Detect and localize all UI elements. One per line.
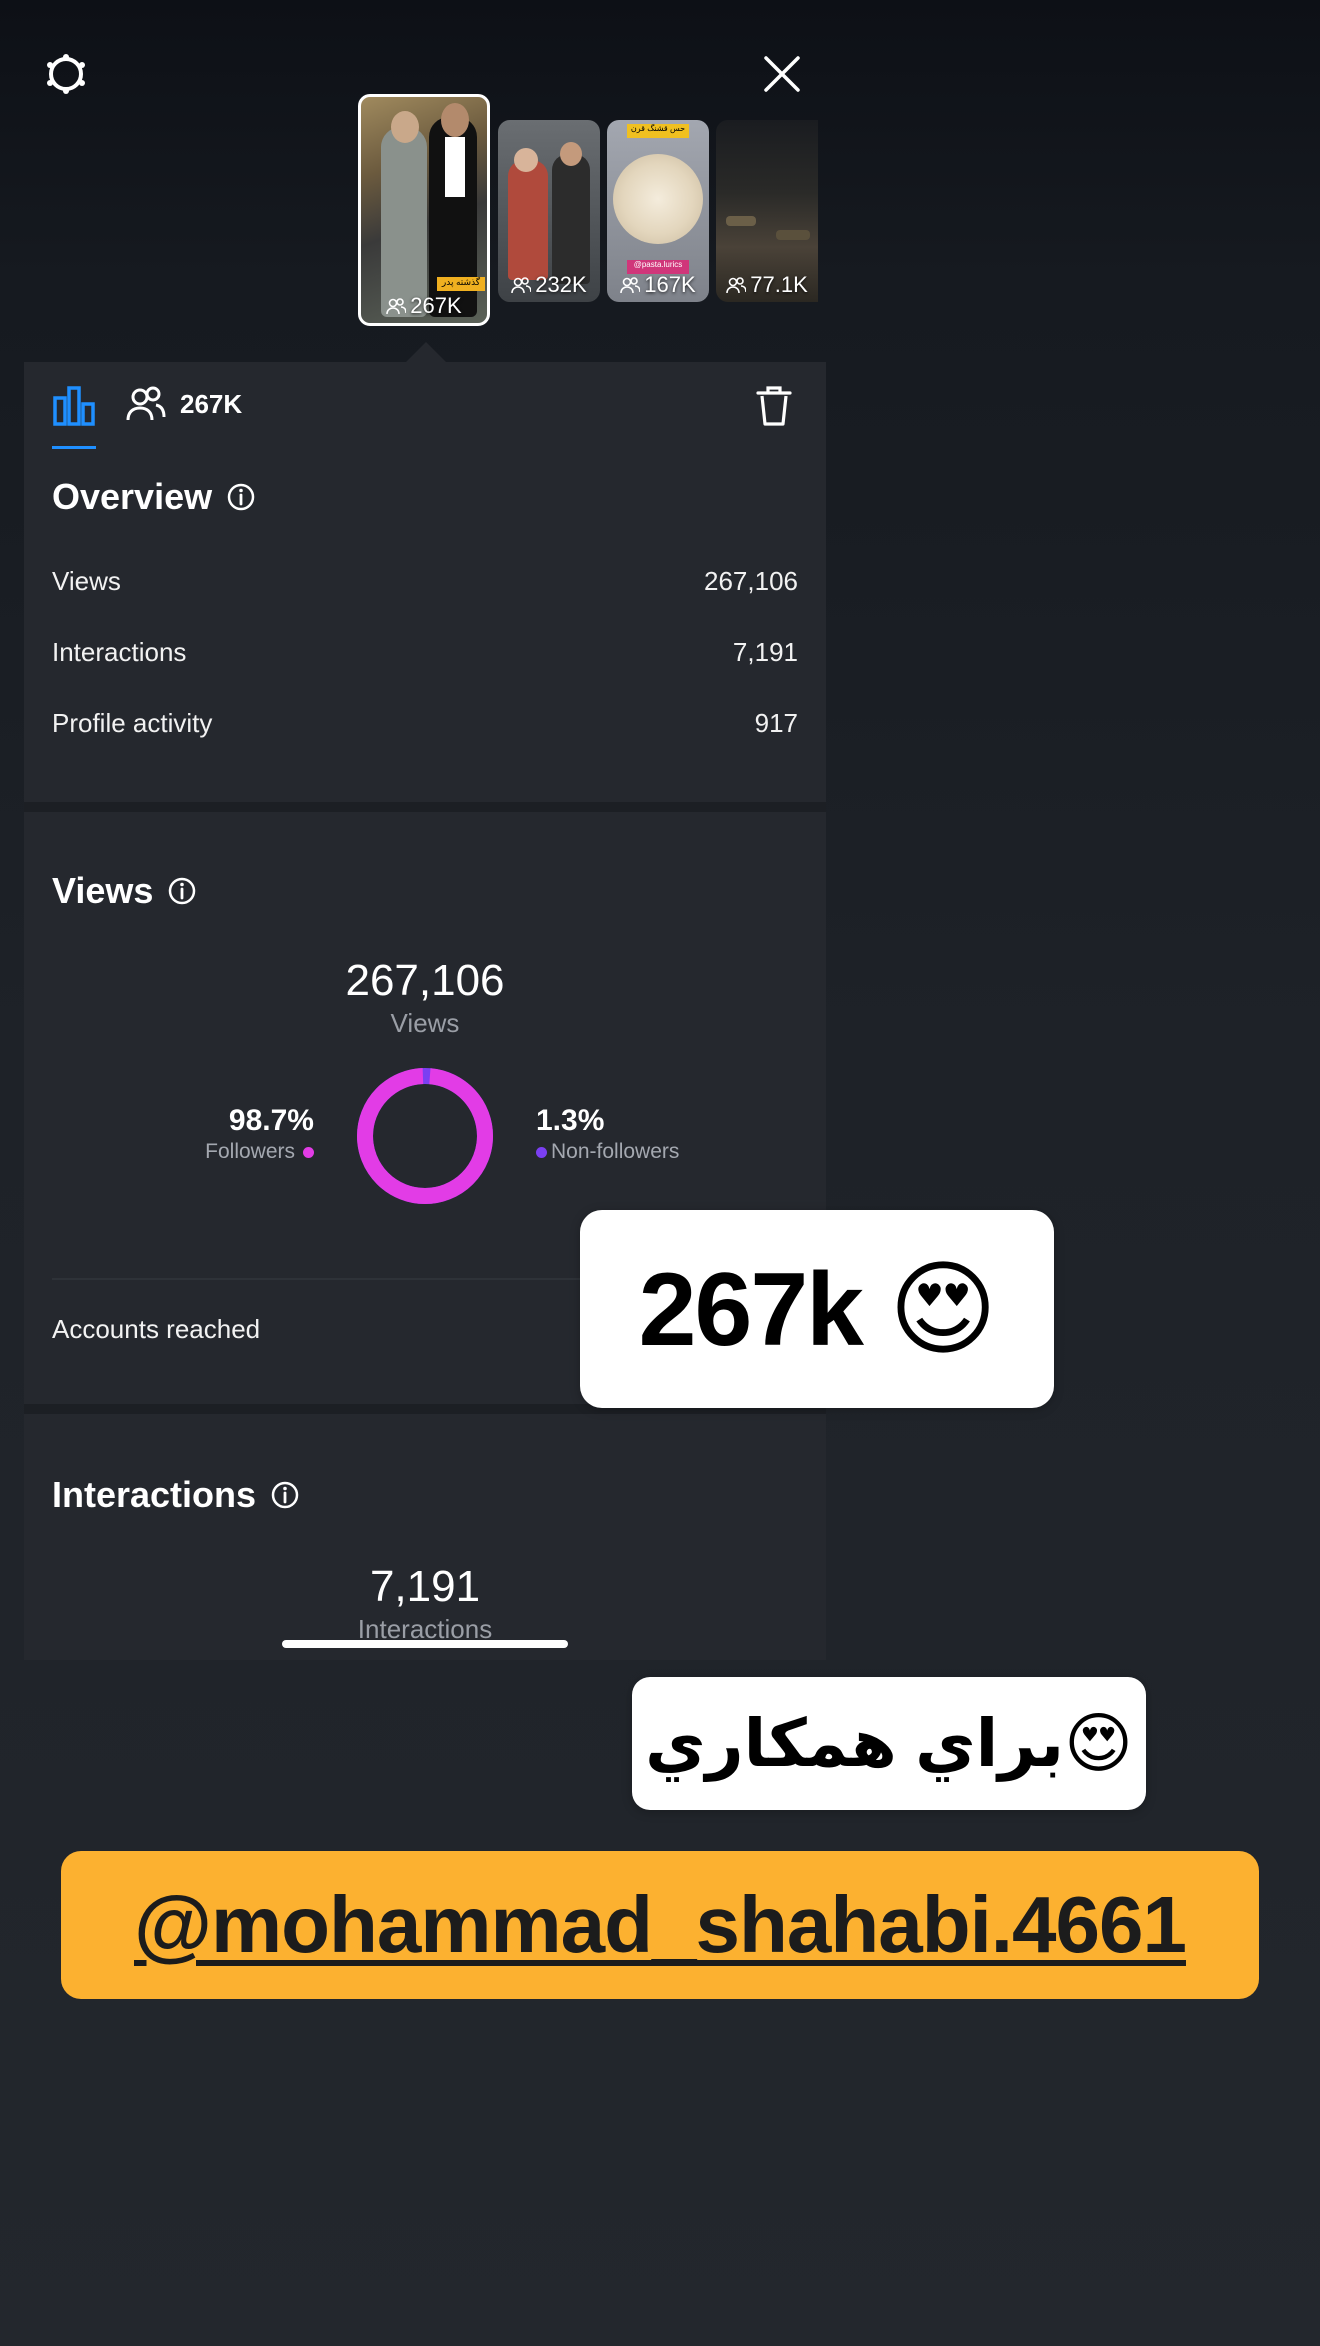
story-thumbnail-4[interactable]: 77.1K [716, 120, 818, 302]
row-label: Interactions [52, 637, 187, 667]
interactions-total: 7,191 [369, 1562, 481, 1611]
non-followers-label: Non-followers [551, 1140, 680, 1163]
followers-pct: 98.7% [228, 1104, 314, 1137]
overview-row-interactions[interactable]: Interactions 7,191 [52, 637, 798, 668]
insights-panel-top: 267K Overview Views 267,106 Interactions… [24, 362, 826, 802]
section-divider [24, 802, 826, 812]
views-total-label: Views [390, 1008, 460, 1038]
views-sticker[interactable]: 267k 😍 [580, 1210, 1054, 1408]
followers-label: Followers [205, 1140, 295, 1163]
accounts-reached-label[interactable]: Accounts reached [52, 1314, 260, 1345]
row-value: 267,106 [704, 566, 798, 596]
trash-icon [756, 386, 792, 426]
interactions-title: Interactions [52, 1474, 257, 1515]
overview-title: Overview [52, 476, 213, 517]
bar-chart-icon [53, 386, 95, 426]
views-title-row: Views [52, 870, 197, 912]
tab-stats[interactable] [52, 384, 96, 428]
row-label: Profile activity [52, 708, 213, 738]
people-icon [511, 277, 532, 294]
thumb-badge: گذشته پدر [437, 277, 485, 291]
collab-sticker[interactable]: براي همكاري😍 [632, 1677, 1146, 1810]
delete-button[interactable] [754, 384, 794, 428]
thumb-count: 167K [607, 272, 709, 298]
non-followers-pct: 1.3% [536, 1104, 605, 1137]
info-icon[interactable] [270, 1480, 300, 1510]
story-thumbnail-3[interactable]: حس قشنگ قرن @pasta.lurics 167K [607, 120, 709, 302]
row-value: 917 [754, 708, 798, 738]
thumb-count: 267K [361, 293, 487, 319]
people-icon [126, 386, 166, 421]
collab-sticker-text: براي همكاري😍 [645, 1706, 1133, 1780]
home-indicator[interactable] [282, 1640, 568, 1648]
views-total: 267,106 [345, 956, 505, 1005]
views-donut-chart [357, 1068, 493, 1204]
selection-caret [406, 342, 446, 362]
story-thumbnail-1[interactable]: گذشته پدر 267K [358, 94, 490, 326]
info-icon[interactable] [226, 482, 256, 512]
donut-followers-arc [357, 1068, 493, 1204]
interactions-title-row: Interactions [52, 1474, 300, 1516]
non-followers-legend: 1.3% Non-followers [536, 1104, 776, 1164]
story-thumbnail-2[interactable]: 232K [498, 120, 600, 302]
overview-row-profile-activity[interactable]: Profile activity 917 [52, 708, 798, 739]
views-title: Views [52, 870, 154, 911]
people-icon [726, 277, 747, 294]
followers-legend: 98.7% Followers [144, 1104, 314, 1164]
thumb-count: 232K [498, 272, 600, 298]
non-followers-dot [536, 1146, 547, 1158]
row-label: Views [52, 566, 121, 596]
overview-row-views[interactable]: Views 267,106 [52, 566, 798, 597]
thumb-top-badge: حس قشنگ قرن [627, 124, 689, 138]
thumb-count: 77.1K [716, 272, 818, 298]
tab-stats-underline [52, 446, 96, 449]
people-icon [386, 298, 407, 315]
mention-text[interactable]: @mohammad_shahabi.4661 [134, 1879, 1187, 1971]
overview-title-row: Overview [52, 476, 256, 518]
row-value: 7,191 [732, 637, 798, 667]
close-icon[interactable] [760, 52, 804, 96]
info-icon[interactable] [167, 876, 197, 906]
mention-sticker[interactable]: @mohammad_shahabi.4661 [61, 1851, 1259, 1999]
followers-dot [303, 1146, 314, 1158]
interactions-section: Interactions 7,191 Interactions [24, 1414, 826, 1660]
views-sticker-text: 267k 😍 [638, 1252, 998, 1368]
audience-count: 267K [180, 388, 243, 419]
tab-audience[interactable]: 267K [126, 384, 242, 424]
settings-icon[interactable] [44, 52, 88, 96]
people-icon [620, 277, 641, 294]
